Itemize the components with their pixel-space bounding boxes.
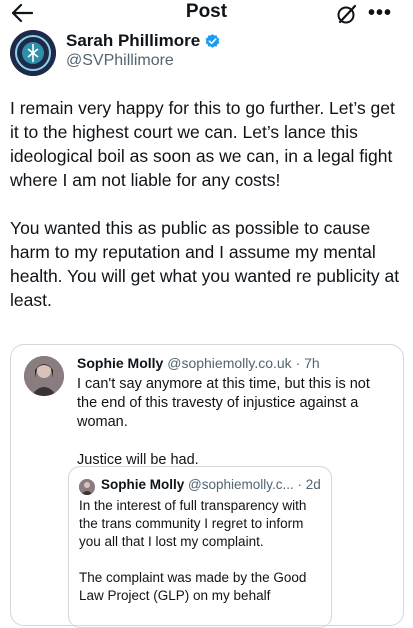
- post-body: I remain very happy for this to go furth…: [10, 96, 408, 336]
- quoted-avatar-photo: [24, 356, 64, 396]
- quoted-author-avatar[interactable]: [24, 356, 64, 396]
- top-bar: Post •••: [0, 0, 413, 26]
- quoted-post-header: Sophie Molly @sophiemolly.co.uk · 7h: [77, 355, 320, 371]
- nested-author-avatar: [79, 479, 95, 495]
- author-avatar-logo: [10, 30, 56, 76]
- author-name[interactable]: Sarah Phillimore: [66, 31, 200, 51]
- grok-icon[interactable]: [336, 3, 358, 25]
- author-name-row: Sarah Phillimore: [66, 31, 221, 51]
- verified-badge-icon: [205, 33, 220, 48]
- author-avatar[interactable]: [10, 30, 56, 76]
- author-handle[interactable]: @SVPhillimore: [66, 52, 174, 70]
- nested-quoted-post[interactable]: Sophie Molly @sophiemolly.c... · 2d In t…: [68, 466, 332, 628]
- post-paragraph: I remain very happy for this to go furth…: [10, 98, 395, 190]
- nested-avatar-photo: [79, 479, 95, 495]
- quoted-post-time: · 7h: [295, 355, 320, 371]
- nested-paragraph: In the interest of full transparency wit…: [79, 498, 307, 549]
- quoted-author-handle[interactable]: @sophiemolly.co.uk: [167, 355, 291, 371]
- post-paragraph: You wanted this as public as possible to…: [10, 218, 400, 310]
- more-options-icon[interactable]: •••: [368, 2, 392, 25]
- quoted-paragraph: I can't say anymore at this time, but th…: [77, 376, 370, 430]
- nested-post-header: Sophie Molly @sophiemolly.c... · 2d: [101, 477, 321, 492]
- nested-post-body: In the interest of full transparency wit…: [79, 497, 325, 623]
- nested-author-name: Sophie Molly: [101, 477, 185, 492]
- quoted-author-name[interactable]: Sophie Molly: [77, 355, 163, 371]
- nested-post-time: · 2d: [297, 477, 321, 492]
- nested-author-handle: @sophiemolly.c...: [188, 477, 294, 492]
